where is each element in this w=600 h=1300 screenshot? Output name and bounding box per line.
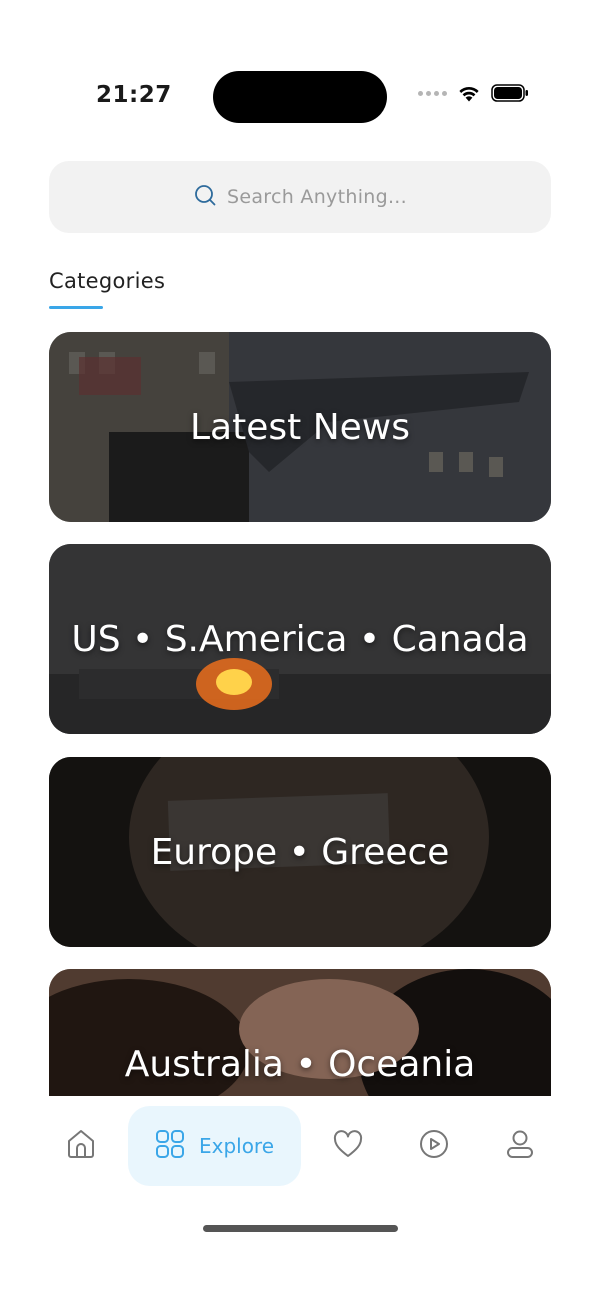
nav-videos[interactable] [409,1106,459,1186]
battery-icon [491,84,529,102]
signal-dots-icon [418,90,447,96]
nav-home[interactable] [56,1106,106,1186]
nav-explore-label: Explore [198,1134,275,1158]
nav-favorites[interactable] [323,1106,373,1186]
search-placeholder: Search Anything... [227,186,407,208]
nav-explore[interactable]: Explore [128,1106,301,1186]
section-title: Categories [49,269,166,293]
play-icon [418,1128,450,1164]
status-icons [418,84,529,102]
grid-icon [155,1129,185,1163]
nav-profile[interactable] [495,1106,545,1186]
section-title-underline [49,306,103,309]
heart-icon [332,1128,364,1164]
category-label: US • S.America • Canada [71,618,529,660]
category-card-latest-news[interactable]: Latest News [49,332,551,522]
bottom-nav: Explore [0,1106,600,1186]
category-card-europe-greece[interactable]: Europe • Greece [49,757,551,947]
category-list: Latest News US • S.America • Canada Euro… [49,332,551,1096]
search-icon [193,183,217,211]
category-card-australia-oceania[interactable]: Australia • Oceania [49,969,551,1096]
home-icon [64,1127,98,1165]
category-card-us-americas[interactable]: US • S.America • Canada [49,544,551,734]
wifi-icon [457,84,481,102]
profile-icon [505,1128,535,1164]
category-label: Australia • Oceania [124,1043,476,1085]
dynamic-island [213,71,387,123]
category-label: Latest News [190,406,410,448]
home-indicator [203,1225,398,1232]
search-bar[interactable]: Search Anything... [49,161,551,233]
category-label: Europe • Greece [150,831,450,873]
status-time: 21:27 [96,82,172,108]
